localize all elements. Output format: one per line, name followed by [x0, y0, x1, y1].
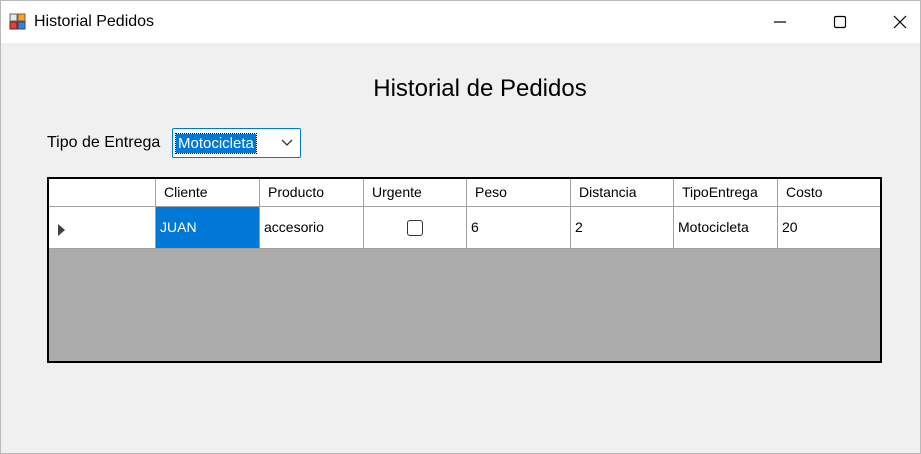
row-indicator-icon [58, 224, 65, 236]
cell-tipo-entrega[interactable]: Motocicleta [674, 207, 778, 248]
chevron-down-icon[interactable] [280, 138, 294, 148]
orders-grid[interactable]: Cliente Producto Urgente Peso Distancia … [47, 177, 882, 363]
maximize-button[interactable] [817, 1, 863, 43]
maximize-icon [833, 15, 847, 29]
column-header-costo[interactable]: Costo [778, 179, 880, 206]
table-row[interactable]: JUAN accesorio 6 2 Motocicleta 20 [49, 207, 880, 249]
column-header-peso[interactable]: Peso [467, 179, 571, 206]
app-window: Historial Pedidos Historial de Pedidos T… [0, 0, 921, 454]
column-header-tipo-entrega[interactable]: TipoEntrega [674, 179, 778, 206]
tipo-entrega-label: Tipo de Entrega [47, 134, 161, 151]
tipo-entrega-select[interactable]: Motocicleta [172, 128, 301, 158]
close-icon [893, 15, 907, 29]
cell-producto[interactable]: accesorio [260, 207, 364, 248]
column-header-producto[interactable]: Producto [260, 179, 364, 206]
column-header-urgente[interactable]: Urgente [364, 179, 467, 206]
page-title: Historial de Pedidos [373, 75, 587, 102]
cell-urgente[interactable] [364, 207, 467, 248]
app-icon [9, 13, 26, 30]
cell-costo[interactable]: 20 [778, 207, 880, 248]
urgente-checkbox[interactable] [407, 220, 423, 236]
cell-cliente[interactable]: JUAN [156, 207, 260, 248]
window-title: Historial Pedidos [34, 13, 155, 30]
row-header[interactable] [49, 207, 156, 248]
minimize-icon [774, 21, 786, 23]
cell-peso[interactable]: 6 [467, 207, 571, 248]
column-header-cliente[interactable]: Cliente [156, 179, 260, 206]
close-button[interactable] [877, 1, 921, 43]
column-header-distancia[interactable]: Distancia [571, 179, 674, 206]
title-bar[interactable]: Historial Pedidos [1, 1, 920, 43]
tipo-entrega-selected-value: Motocicleta [175, 133, 257, 154]
minimize-button[interactable] [757, 1, 803, 43]
cell-distancia[interactable]: 2 [571, 207, 674, 248]
row-header-corner[interactable] [49, 179, 156, 206]
grid-header: Cliente Producto Urgente Peso Distancia … [49, 179, 880, 207]
